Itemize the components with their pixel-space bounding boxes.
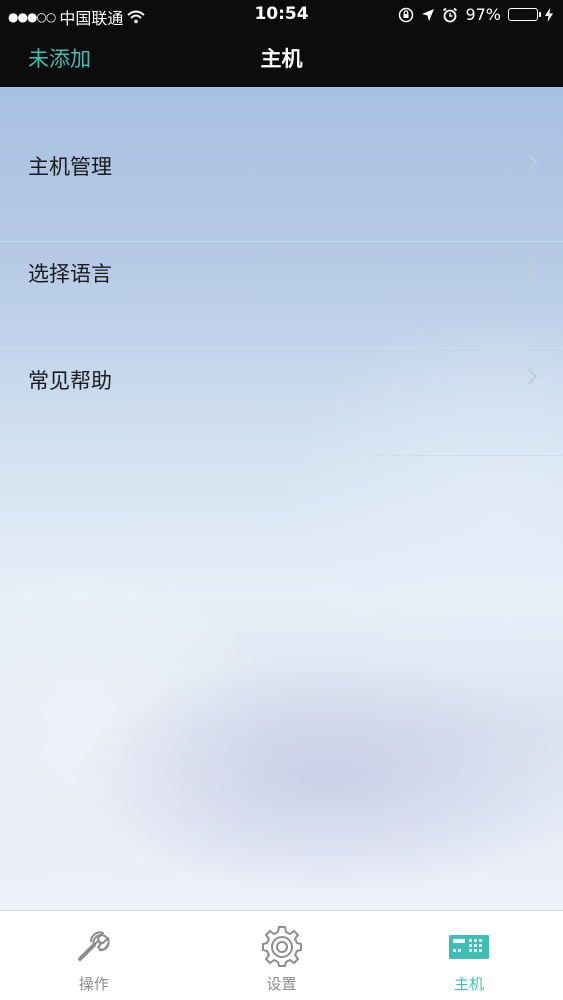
gear-icon — [261, 926, 302, 967]
menu-item-label: 选择语言 — [28, 262, 112, 286]
navigation-bar: 未添加 主机 — [0, 30, 563, 87]
chevron-right-icon — [521, 154, 538, 171]
menu-item-faq-help[interactable]: 常见帮助 — [0, 349, 563, 456]
chevron-right-icon — [521, 368, 538, 385]
rotation-lock-icon — [399, 7, 414, 22]
host-device-icon — [449, 935, 490, 959]
menu-item-label: 主机管理 — [28, 155, 112, 179]
tab-label: 设置 — [266, 975, 297, 993]
wrench-icon — [77, 931, 110, 961]
location-arrow-icon — [422, 8, 435, 21]
menu-item-label: 常见帮助 — [28, 369, 112, 393]
tab-label: 操作 — [78, 975, 109, 993]
page-title: 主机 — [260, 47, 303, 71]
tab-label: 主机 — [454, 975, 485, 993]
tab-settings[interactable]: 设置 — [188, 911, 376, 1000]
battery-percent: 97% — [465, 5, 501, 24]
menu-item-select-language[interactable]: 选择语言 — [0, 242, 563, 349]
tab-bar: 操作 设置 主机 — [0, 910, 563, 1000]
settings-menu-list: 主机管理 选择语言 常见帮助 — [0, 135, 563, 456]
charging-bolt-icon — [545, 7, 553, 22]
tab-host[interactable]: 主机 — [375, 911, 563, 1000]
menu-item-host-management[interactable]: 主机管理 — [0, 135, 563, 242]
main-content: 主机管理 选择语言 常见帮助 — [0, 87, 563, 910]
status-right: 97% — [398, 5, 553, 24]
tab-operation[interactable]: 操作 — [0, 911, 188, 1000]
battery-icon — [508, 8, 541, 21]
status-bar: ●●●○○ 中国联通 10:54 97% — [0, 0, 563, 30]
chevron-right-icon — [521, 261, 538, 278]
alarm-icon — [443, 7, 458, 22]
